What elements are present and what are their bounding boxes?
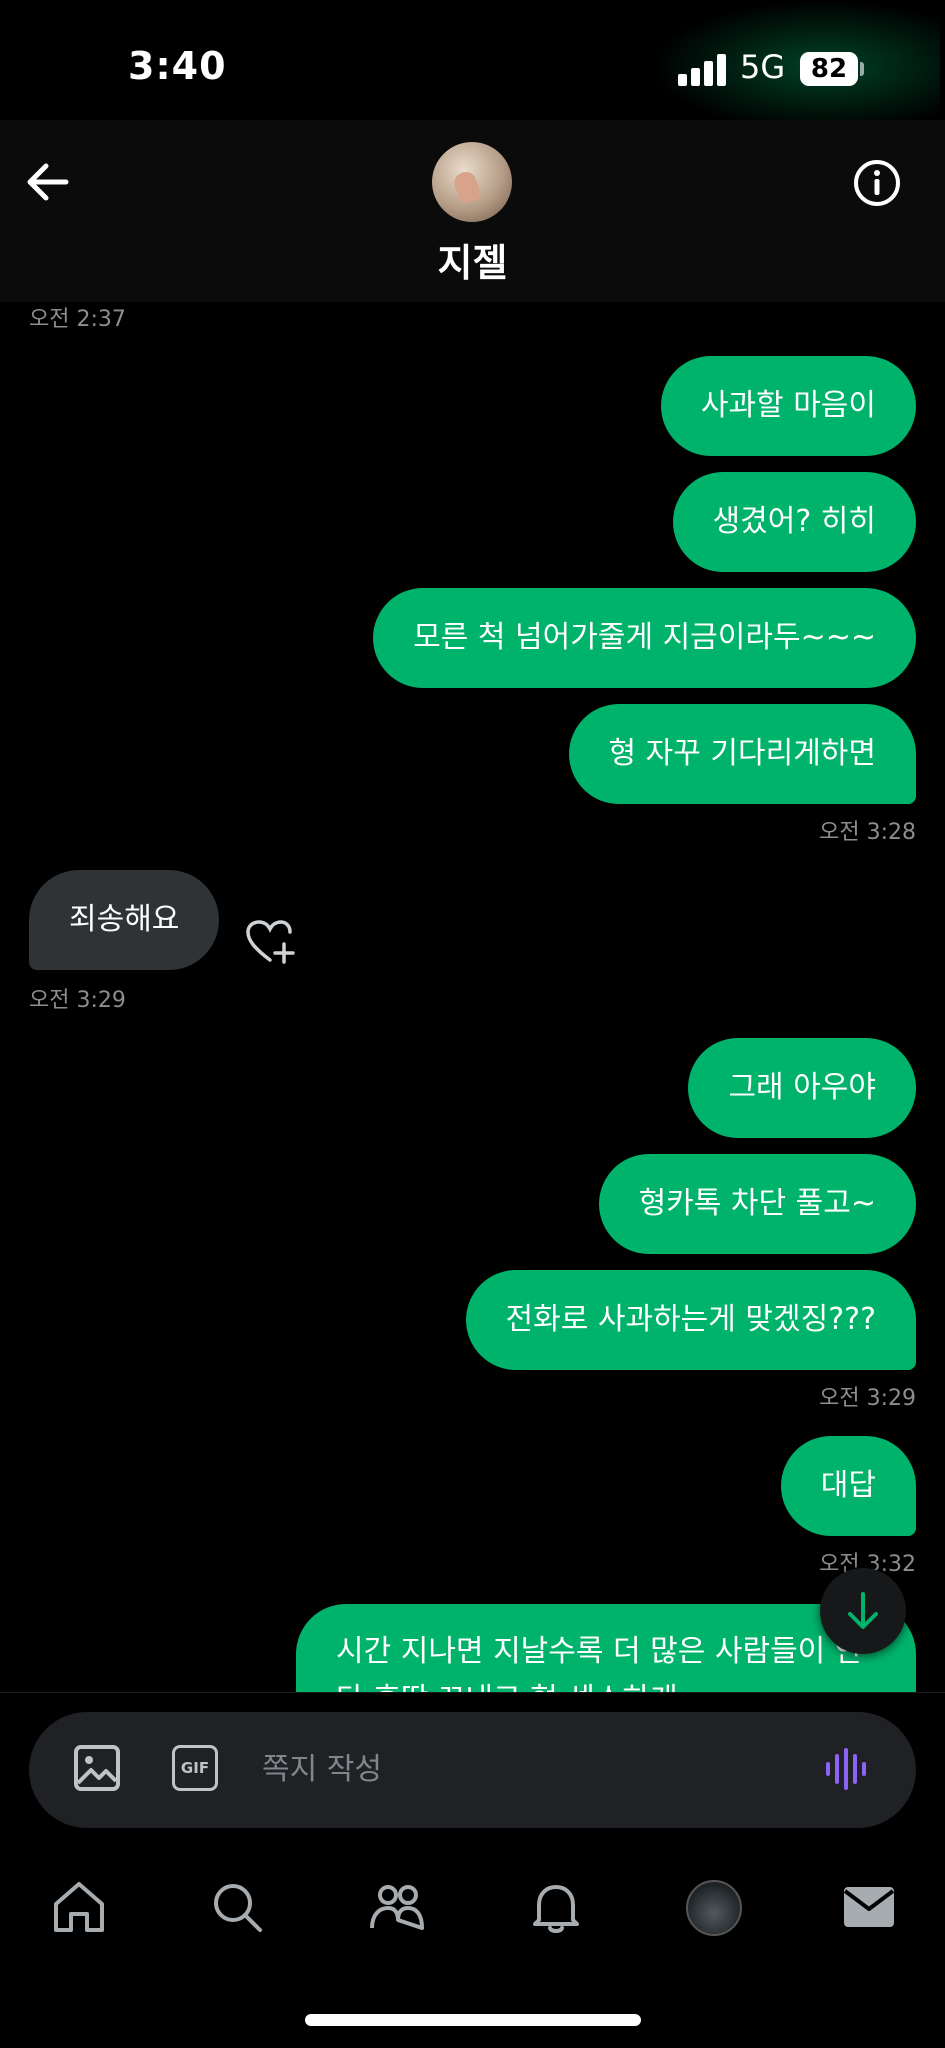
home-indicator xyxy=(305,2014,641,2026)
battery-tip xyxy=(860,62,864,76)
timestamp: 오전 3:29 xyxy=(819,1386,916,1411)
gif-icon[interactable]: GIF xyxy=(172,1745,218,1791)
status-time: 3:40 xyxy=(128,44,227,88)
outgoing-message[interactable]: 모른 척 넘어가줄게 지금이라두~~~ xyxy=(373,588,916,688)
voice-wave-icon[interactable] xyxy=(822,1744,872,1794)
outgoing-message[interactable]: 형카톡 차단 풀고~ xyxy=(598,1154,916,1254)
outgoing-message[interactable]: 그래 아우야 xyxy=(688,1038,916,1138)
arrow-down-icon[interactable] xyxy=(820,1568,906,1654)
battery-icon: 82 xyxy=(800,52,858,86)
network-label: 5G xyxy=(740,48,786,86)
image-icon[interactable] xyxy=(72,1743,122,1793)
notifications-icon[interactable] xyxy=(527,1878,585,1936)
outgoing-message[interactable]: 사과할 마음이 xyxy=(660,356,916,456)
message-input[interactable] xyxy=(260,1738,784,1800)
contact-name[interactable]: 지젤 xyxy=(0,232,945,287)
profile-avatar[interactable] xyxy=(686,1880,742,1936)
timestamp: 오전 2:37 xyxy=(29,307,126,332)
signal-icon xyxy=(678,52,728,86)
outgoing-message[interactable]: 생겼어? 히히 xyxy=(672,472,916,572)
back-arrow-icon[interactable] xyxy=(22,158,78,206)
timestamp: 오전 3:29 xyxy=(29,988,126,1013)
messages-icon[interactable] xyxy=(840,1878,898,1936)
outgoing-message[interactable]: 전화로 사과하는게 맞겠징??? xyxy=(465,1270,916,1370)
info-icon[interactable] xyxy=(852,158,902,208)
search-icon[interactable] xyxy=(208,1878,266,1936)
communities-icon[interactable] xyxy=(368,1878,426,1936)
outgoing-message[interactable]: 형 자꾸 기다리게하면 xyxy=(568,704,916,804)
home-icon[interactable] xyxy=(50,1878,108,1936)
incoming-message[interactable]: 죄송해요 xyxy=(29,870,220,970)
outgoing-message[interactable]: 대답 xyxy=(780,1436,916,1536)
heart-plus-icon[interactable] xyxy=(244,918,296,966)
contact-avatar[interactable] xyxy=(432,142,512,222)
timestamp: 오전 3:28 xyxy=(819,820,916,845)
